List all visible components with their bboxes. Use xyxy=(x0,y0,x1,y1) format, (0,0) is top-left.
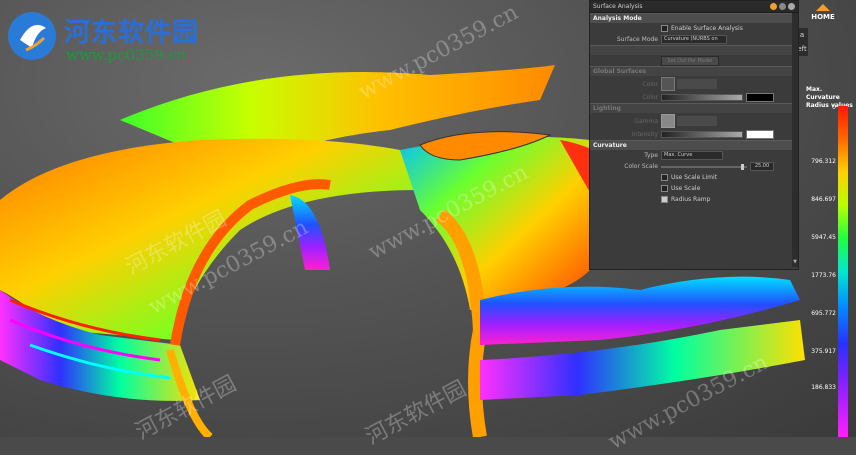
use-scale-limit-checkbox[interactable] xyxy=(661,174,668,181)
legend-value: 375.917 xyxy=(811,348,836,355)
legend-value: 695.772 xyxy=(811,310,836,317)
color-scale-knob[interactable] xyxy=(741,163,744,170)
legend-color-bar xyxy=(838,106,848,437)
type-label: Type xyxy=(644,152,658,159)
radius-ramp-label: Radius Ramp xyxy=(671,196,711,203)
color-label: Color xyxy=(642,80,658,88)
section-analysis-mode[interactable]: Analysis Mode xyxy=(590,13,798,23)
panel-title: Surface Analysis xyxy=(593,3,643,10)
enable-surface-analysis-label: Enable Surface Analysis xyxy=(671,25,743,32)
watermark-title: 河东软件园 xyxy=(64,18,200,48)
use-scale-label: Use Scale xyxy=(671,185,701,192)
legend-value: 5947.45 xyxy=(811,234,836,241)
color-field xyxy=(677,79,717,89)
type-select[interactable]: Max. Curve xyxy=(661,151,723,160)
surface-mode-value: Curvature (NURBS on xyxy=(664,36,718,42)
use-scale-limit-label: Use Scale Limit xyxy=(671,174,718,181)
home-button[interactable]: HOME xyxy=(806,4,840,32)
set-out-per-model-button[interactable]: Set Out Per Model xyxy=(661,55,719,66)
color-bar-label: Color xyxy=(642,94,658,101)
black-swatch[interactable] xyxy=(746,93,774,102)
color-scale-value[interactable]: 25.00 xyxy=(750,162,774,171)
section-curvature[interactable]: Curvature xyxy=(590,140,798,150)
panel-scrollbar[interactable]: ▼ xyxy=(792,13,798,267)
scroll-down-icon[interactable]: ▼ xyxy=(793,259,797,265)
opt2-row: Use Scale xyxy=(590,183,798,194)
panel-titlebar[interactable]: Surface Analysis xyxy=(590,1,798,13)
intensity-row: Intensity xyxy=(590,129,798,140)
home-label: HOME xyxy=(811,13,835,21)
type-value: Max. Curve xyxy=(664,152,693,158)
opt1-row: Use Scale Limit xyxy=(590,172,798,183)
gamma-swatch[interactable] xyxy=(661,114,675,128)
enable-surface-analysis-checkbox[interactable] xyxy=(661,25,668,32)
home-icon xyxy=(816,4,830,11)
gamma-label: Gamma xyxy=(634,117,658,125)
surface-mode-select[interactable]: Curvature (NURBS on xyxy=(661,35,727,44)
color-gradient-bar[interactable] xyxy=(661,94,743,101)
surface-analysis-panel: Surface Analysis Analysis Mode Enable Su… xyxy=(589,0,799,270)
type-row: Type Max. Curve xyxy=(590,150,798,161)
intensity-label: Intensity xyxy=(631,131,658,138)
legend-value: 186.833 xyxy=(811,384,836,391)
section-settings[interactable] xyxy=(590,45,798,55)
section-lighting[interactable]: Lighting xyxy=(590,103,798,113)
color-row: Color xyxy=(590,76,798,92)
opt3-row: Radius Ramp xyxy=(590,194,798,205)
enable-row: Enable Surface Analysis xyxy=(590,23,798,34)
watermark-url: www.pc0359.cn xyxy=(66,46,187,64)
color-scale-label: Color Scale xyxy=(624,163,658,170)
watermark-logo-icon xyxy=(8,12,56,60)
gamma-row: Gamma xyxy=(590,113,798,129)
legend-value: 0 xyxy=(832,104,836,111)
legend-value: 796.312 xyxy=(811,158,836,165)
use-scale-checkbox[interactable] xyxy=(661,185,668,192)
intensity-gradient-bar[interactable] xyxy=(661,131,743,138)
brush-icon[interactable] xyxy=(661,77,675,91)
surface-mode-row: Surface Mode Curvature (NURBS on xyxy=(590,34,798,45)
color-scale-row: Color Scale 25.00 xyxy=(590,161,798,172)
minimize-icon[interactable] xyxy=(770,3,777,10)
gamma-field xyxy=(677,116,717,126)
white-swatch[interactable] xyxy=(746,130,774,139)
legend-value: 846.697 xyxy=(811,196,836,203)
color-bar-row: Color xyxy=(590,92,798,103)
settings-row: Set Out Per Model xyxy=(590,55,798,66)
surface-mode-label: Surface Mode xyxy=(616,36,658,43)
settings-icon[interactable] xyxy=(779,3,786,10)
legend-value: 1773.76 xyxy=(811,272,836,279)
radius-ramp-checkbox[interactable] xyxy=(661,196,668,203)
close-icon[interactable] xyxy=(788,3,795,10)
section-global-surfaces[interactable]: Global Surfaces xyxy=(590,66,798,76)
color-scale-slider[interactable] xyxy=(661,163,747,170)
